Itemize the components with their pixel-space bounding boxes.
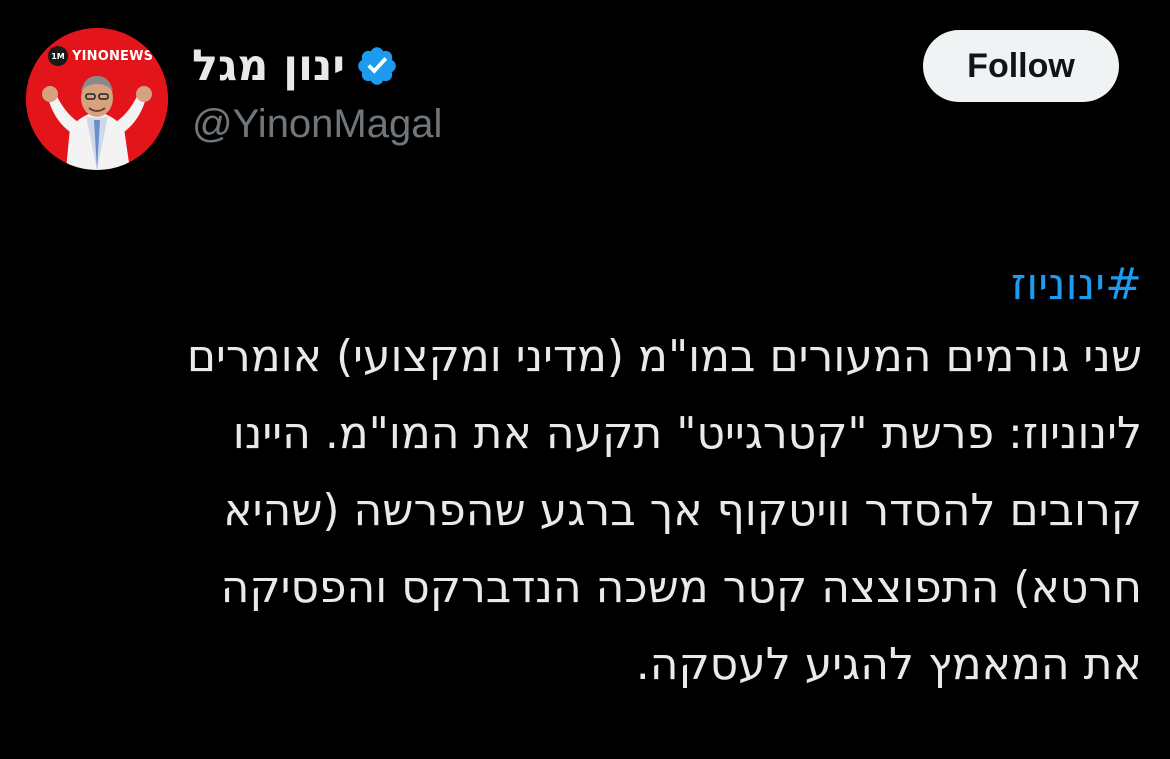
verified-badge-icon — [358, 47, 396, 85]
tweet-text-line: קרובים להסדר וויטקוף אך ברגע שהפרשה (שהי… — [223, 485, 1142, 536]
avatar-logo-text: YINONEWS — [72, 48, 154, 64]
avatar-logo: 1M YINONEWS — [48, 46, 153, 66]
author-display-name[interactable]: ינון מגל — [192, 41, 345, 91]
avatar-logo-badge: 1M — [48, 46, 68, 66]
follow-button[interactable]: Follow — [923, 30, 1119, 102]
name-row: ינון מגל — [192, 36, 752, 96]
tweet-text-line: חרטא) התפוצצה קטר משכה הנדברקס והפסיקה — [220, 562, 1142, 613]
tweet-text-line: שני גורמים המעורים במו"מ (מדיני ומקצועי)… — [186, 331, 1142, 382]
avatar[interactable]: 1M YINONEWS — [26, 28, 168, 170]
author-identity: ינון מגל @YinonMagal — [192, 36, 752, 147]
author-handle[interactable]: @YinonMagal — [192, 102, 752, 147]
tweet-text-line: את המאמץ להגיע לעסקה. — [635, 639, 1142, 690]
tweet-text-line: לינוניוז: פרשת "קטרגייט" תקעה את המו"מ. … — [232, 408, 1142, 459]
hashtag-link[interactable]: #ינוניוז — [22, 252, 1142, 318]
tweet-header: 1M YINONEWS ינון מגל @YinonMagal Follow — [0, 0, 1170, 180]
tweet-body: #ינוניוז שני גורמים המעורים במו"מ (מדיני… — [22, 252, 1142, 703]
